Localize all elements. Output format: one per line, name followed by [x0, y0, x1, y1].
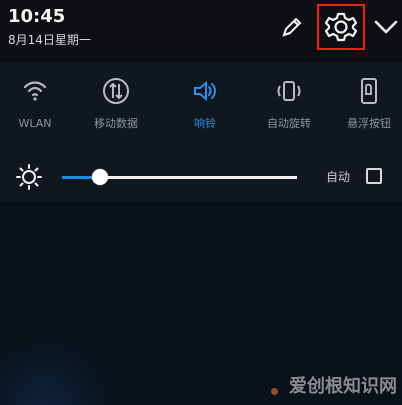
rotate-icon — [277, 81, 301, 101]
quick-tile-floating-button-label: 悬浮按钮 — [347, 117, 391, 130]
gear-icon[interactable] — [325, 11, 357, 43]
brightness-slider-track[interactable] — [62, 169, 297, 185]
pencil-icon[interactable] — [278, 15, 304, 41]
quick-tile-floating-button[interactable]: 悬浮按钮 — [330, 76, 402, 136]
brightness-icon — [16, 164, 42, 190]
quick-tile-mobile-data-label: 移动数据 — [94, 117, 138, 130]
quick-tile-auto-rotate-label: 自动旋转 — [267, 117, 311, 130]
clock-time: 10:45 — [8, 6, 66, 27]
quick-tile-ring[interactable]: 响铃 — [166, 76, 244, 136]
quick-tile-wlan-label: WLAN — [18, 117, 52, 130]
date-text: 8月14日星期一 — [8, 33, 91, 47]
quick-tile-mobile-data[interactable]: 移动数据 — [77, 76, 155, 136]
speaker-icon — [194, 80, 216, 102]
quick-tile-auto-rotate[interactable]: 自动旋转 — [250, 76, 328, 136]
watermark-text: 爱创根知识网 — [289, 376, 397, 397]
auto-brightness-label: 自动 — [326, 170, 351, 184]
auto-brightness-checkbox[interactable] — [366, 168, 382, 184]
wifi-icon — [23, 81, 47, 101]
mobile-data-icon — [103, 78, 129, 104]
floating-button-icon — [361, 78, 377, 104]
quick-tile-wlan[interactable]: WLAN — [0, 76, 74, 136]
quick-tile-ring-label: 响铃 — [194, 117, 216, 130]
brightness-slider-thumb[interactable] — [92, 169, 108, 185]
chevron-down-icon[interactable] — [373, 17, 399, 37]
